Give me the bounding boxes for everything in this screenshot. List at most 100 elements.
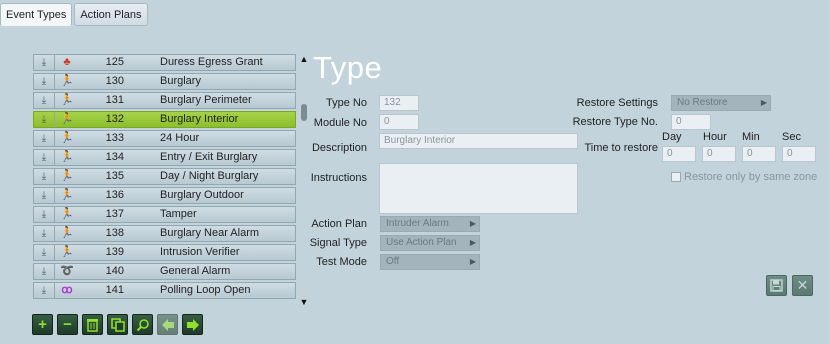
tab-action-plans[interactable]: Action Plans xyxy=(74,3,148,26)
remove-icon: − xyxy=(63,316,72,333)
instructions-textarea[interactable] xyxy=(379,163,578,214)
event-description: General Alarm xyxy=(160,265,231,277)
list-item[interactable]: ⤓ 🏃 134 Entry / Exit Burglary xyxy=(33,149,296,166)
event-description: Burglary xyxy=(160,75,201,87)
min-label: Min xyxy=(742,131,760,143)
download-icon[interactable]: ⤓ xyxy=(34,207,55,222)
download-icon[interactable]: ⤓ xyxy=(34,112,55,127)
event-number: 140 xyxy=(105,265,124,277)
copy-button[interactable] xyxy=(107,314,128,335)
event-number: 130 xyxy=(105,75,124,87)
download-icon[interactable]: ⤓ xyxy=(34,226,55,241)
delete-icon xyxy=(87,319,98,332)
scroll-up-arrow-icon[interactable]: ▲ xyxy=(299,54,309,64)
download-icon[interactable]: ⤓ xyxy=(34,74,55,89)
alarm-icon: ➰ xyxy=(60,265,74,277)
event-description: 24 Hour xyxy=(160,132,200,144)
action-plan-select[interactable]: Intruder Alarm ▶ xyxy=(380,216,480,232)
module-no-field[interactable]: 0 xyxy=(379,114,419,130)
list-item[interactable]: ⤓ 🏃 139 Intrusion Verifier xyxy=(33,244,296,261)
add-button[interactable]: + xyxy=(32,314,53,335)
close-icon: ✕ xyxy=(796,277,809,293)
action-plan-value: Intruder Alarm xyxy=(386,218,449,229)
running-man-icon: 🏃 xyxy=(60,94,74,106)
event-description: Burglary Interior xyxy=(160,113,239,125)
test-mode-select[interactable]: Off ▶ xyxy=(380,254,480,270)
restore-hour-field[interactable]: 0 xyxy=(702,146,736,162)
polling-loop-icon: ꝏ xyxy=(61,284,73,296)
list-item[interactable]: ⤓ 🏃 138 Burglary Near Alarm xyxy=(33,225,296,242)
chevron-right-icon: ▶ xyxy=(469,238,476,247)
running-man-icon: 🏃 xyxy=(60,170,74,182)
chevron-right-icon: ▶ xyxy=(469,219,476,228)
list-item[interactable]: ⤓ ꝏ 141 Polling Loop Open xyxy=(33,282,296,299)
action-plan-label: Action Plan xyxy=(311,218,367,230)
test-mode-label: Test Mode xyxy=(316,256,367,268)
tab-bar: Event Types Action Plans xyxy=(0,3,148,26)
list-item[interactable]: ⤓ 🏃 131 Burglary Perimeter xyxy=(33,92,296,109)
remove-button[interactable]: − xyxy=(57,314,78,335)
instructions-label: Instructions xyxy=(310,172,367,184)
module-no-label: Module No xyxy=(313,117,367,129)
event-description: Burglary Near Alarm xyxy=(160,227,260,239)
cancel-button[interactable]: ✕ xyxy=(792,275,813,296)
download-icon[interactable]: ⤓ xyxy=(34,264,55,279)
scroll-down-arrow-icon[interactable]: ▼ xyxy=(299,297,309,307)
event-number: 138 xyxy=(105,227,124,239)
add-icon: + xyxy=(38,316,47,333)
page-title: Type xyxy=(313,50,383,85)
event-number: 132 xyxy=(105,113,124,125)
restore-type-no-field[interactable]: 0 xyxy=(671,114,711,130)
previous-button[interactable] xyxy=(157,314,178,335)
event-description: Burglary Perimeter xyxy=(160,94,252,106)
time-to-restore-label: Time to restore xyxy=(584,142,658,154)
event-number: 134 xyxy=(105,151,124,163)
list-item[interactable]: ⤓ 🏃 136 Burglary Outdoor xyxy=(33,187,296,204)
list-item[interactable]: ⤓ 🏃 132 Burglary Interior xyxy=(33,111,296,128)
save-button[interactable] xyxy=(766,275,787,296)
restore-same-zone-checkbox[interactable] xyxy=(671,172,681,182)
search-button[interactable] xyxy=(132,314,153,335)
restore-settings-select[interactable]: No Restore ▶ xyxy=(671,95,771,111)
type-no-field[interactable]: 132 xyxy=(379,95,419,111)
event-description: Tamper xyxy=(160,208,197,220)
download-icon[interactable]: ⤓ xyxy=(34,169,55,184)
download-icon[interactable]: ⤓ xyxy=(34,188,55,203)
download-icon[interactable]: ⤓ xyxy=(34,131,55,146)
restore-day-field[interactable]: 0 xyxy=(662,146,696,162)
running-man-icon: 🏃 xyxy=(60,151,74,163)
download-icon[interactable]: ⤓ xyxy=(34,245,55,260)
delete-button[interactable] xyxy=(82,314,103,335)
signal-type-select[interactable]: Use Action Plan ▶ xyxy=(380,235,480,251)
list-item[interactable]: ⤓ 🏃 133 24 Hour xyxy=(33,130,296,147)
running-man-icon: 🏃 xyxy=(60,75,74,87)
running-man-icon: 🏃 xyxy=(60,189,74,201)
list-item[interactable]: ⤓ 🏃 130 Burglary xyxy=(33,73,296,90)
description-field[interactable]: Burglary Interior xyxy=(379,133,578,149)
event-type-list: ⤓ ♣ 125 Duress Egress Grant ⤓ 🏃 130 Burglary ⤓ 🏃 1… xyxy=(33,54,296,309)
list-item[interactable]: ⤓ 🏃 137 Tamper xyxy=(33,206,296,223)
prev-icon xyxy=(161,318,174,331)
duress-icon: ♣ xyxy=(63,56,71,68)
event-description: Intrusion Verifier xyxy=(160,246,240,258)
restore-min-field[interactable]: 0 xyxy=(742,146,776,162)
description-label: Description xyxy=(311,142,367,154)
restore-same-zone-label: Restore only by same zone xyxy=(684,171,818,183)
tab-event-types[interactable]: Event Types xyxy=(0,3,73,26)
download-icon[interactable]: ⤓ xyxy=(34,283,55,298)
chevron-right-icon: ▶ xyxy=(469,257,476,266)
event-description: Polling Loop Open xyxy=(160,284,251,296)
restore-sec-field[interactable]: 0 xyxy=(782,146,816,162)
next-button[interactable] xyxy=(182,314,203,335)
running-man-icon: 🏃 xyxy=(60,132,74,144)
event-number: 139 xyxy=(105,246,124,258)
list-item[interactable]: ⤓ ♣ 125 Duress Egress Grant xyxy=(33,54,296,71)
download-icon[interactable]: ⤓ xyxy=(34,55,55,70)
running-man-icon: 🏃 xyxy=(60,227,74,239)
download-icon[interactable]: ⤓ xyxy=(34,150,55,165)
list-item[interactable]: ⤓ ➰ 140 General Alarm xyxy=(33,263,296,280)
download-icon[interactable]: ⤓ xyxy=(34,93,55,108)
list-item[interactable]: ⤓ 🏃 135 Day / Night Burglary xyxy=(33,168,296,185)
event-number: 131 xyxy=(105,94,124,106)
running-man-icon: 🏃 xyxy=(60,246,74,258)
